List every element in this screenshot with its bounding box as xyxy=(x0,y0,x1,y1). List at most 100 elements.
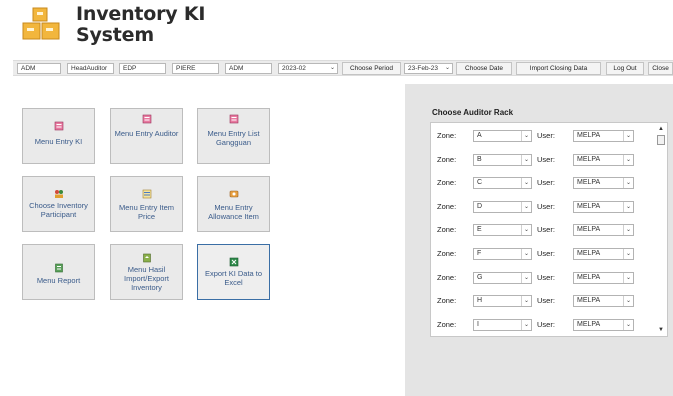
user-select[interactable]: MELPA ⌄ xyxy=(573,130,634,142)
chevron-down-icon[interactable]: ⌄ xyxy=(521,154,531,165)
rack-row: Zone: F ⌄ User: MELPA ⌄ xyxy=(431,248,655,260)
top-toolbar: ADM HeadAuditor EDP PIERE ADM 2023-02 ⌄ … xyxy=(13,60,673,76)
rack-row: Zone: A ⌄ User: MELPA ⌄ xyxy=(431,130,655,142)
menu-entry-list-gangguan-button[interactable]: Menu Entry List Gangguan xyxy=(197,108,270,164)
chevron-down-icon[interactable]: ⌄ xyxy=(521,272,531,283)
zone-value: G xyxy=(477,273,483,281)
site-code-field: EDP xyxy=(119,63,166,74)
vertical-scrollbar[interactable]: ▲ ▼ xyxy=(656,124,666,335)
zone-select[interactable]: I ⌄ xyxy=(473,318,532,331)
import-closing-data-button[interactable]: Import Closing Data xyxy=(516,62,601,75)
chevron-down-icon[interactable]: ⌄ xyxy=(521,296,531,307)
menu-entry-item-price-label: Menu Entry Item Price xyxy=(118,203,175,221)
menu-entry-item-price-button[interactable]: Menu Entry Item Price xyxy=(110,176,183,232)
form-icon xyxy=(54,121,63,131)
zone-select[interactable]: B ⌄ xyxy=(473,153,532,166)
excel-icon xyxy=(229,257,238,267)
user-value: MELPA xyxy=(577,297,601,305)
choose-inventory-participant-button[interactable]: Choose Inventory Participant xyxy=(22,176,95,232)
user-label: User: xyxy=(537,201,555,211)
user-select[interactable]: MELPA ⌄ xyxy=(573,248,634,260)
chevron-down-icon[interactable]: ⌄ xyxy=(623,154,633,165)
user-select[interactable]: MELPA ⌄ xyxy=(573,153,634,166)
rack-row: Zone: E ⌄ User: MELPA ⌄ xyxy=(431,224,655,237)
chevron-down-icon[interactable]: ⌄ xyxy=(623,249,633,259)
user-value: MELPA xyxy=(577,155,601,163)
zone-label: Zone: xyxy=(437,272,457,282)
choose-date-button[interactable]: Choose Date xyxy=(456,62,512,75)
user-select[interactable]: MELPA ⌄ xyxy=(573,295,634,308)
chevron-down-icon[interactable]: ⌄ xyxy=(521,131,531,141)
zone-select[interactable]: G ⌄ xyxy=(473,271,532,284)
scroll-down-icon[interactable]: ▼ xyxy=(657,327,665,333)
user-role-field: HeadAuditor xyxy=(67,63,114,74)
zone-select[interactable]: C ⌄ xyxy=(473,177,532,190)
menu-report-button[interactable]: Menu Report xyxy=(22,244,95,300)
chevron-down-icon[interactable]: ⌄ xyxy=(328,64,337,73)
zone-select[interactable]: D ⌄ xyxy=(473,200,532,213)
user-label: User: xyxy=(537,319,555,329)
chevron-down-icon[interactable]: ⌄ xyxy=(521,178,531,189)
scroll-thumb[interactable] xyxy=(657,135,665,145)
participants-icon xyxy=(54,190,63,198)
zone-select[interactable]: E ⌄ xyxy=(473,224,532,237)
user-value: MELPA xyxy=(577,273,601,281)
menu-entry-allowance-item-button[interactable]: Menu Entry Allowance Item xyxy=(197,176,270,232)
zone-label: Zone: xyxy=(437,154,457,164)
import-export-icon xyxy=(142,253,151,263)
menu-entry-ki-button[interactable]: Menu Entry KI xyxy=(22,108,95,164)
zone-select[interactable]: F ⌄ xyxy=(473,248,532,260)
zone-label: Zone: xyxy=(437,178,457,188)
chevron-down-icon[interactable]: ⌄ xyxy=(521,225,531,236)
user-value: MELPA xyxy=(577,250,601,257)
zone-value: I xyxy=(477,320,479,328)
user-label: User: xyxy=(537,131,555,140)
chevron-down-icon[interactable]: ⌄ xyxy=(623,131,633,141)
menu-report-label: Menu Report xyxy=(36,276,81,285)
chevron-down-icon[interactable]: ⌄ xyxy=(623,296,633,307)
zone-label: Zone: xyxy=(437,225,457,235)
user-label: User: xyxy=(537,154,555,164)
chevron-down-icon[interactable]: ⌄ xyxy=(521,249,531,259)
user-select[interactable]: MELPA ⌄ xyxy=(573,318,634,331)
rack-row: Zone: G ⌄ User: MELPA ⌄ xyxy=(431,271,655,284)
rack-row: Zone: I ⌄ User: MELPA ⌄ xyxy=(431,318,655,331)
zone-value: E xyxy=(477,226,482,234)
chevron-down-icon[interactable]: ⌄ xyxy=(521,201,531,212)
close-button[interactable]: Close xyxy=(648,62,673,75)
chevron-down-icon[interactable]: ⌄ xyxy=(623,225,633,236)
module-field: ADM xyxy=(225,63,272,74)
menu-entry-auditor-label: Menu Entry Auditor xyxy=(114,129,179,138)
user-select[interactable]: MELPA ⌄ xyxy=(573,200,634,213)
user-select[interactable]: MELPA ⌄ xyxy=(573,224,634,237)
choose-period-button[interactable]: Choose Period xyxy=(342,62,401,75)
logout-button[interactable]: Log Out xyxy=(606,62,644,75)
zone-select[interactable]: H ⌄ xyxy=(473,295,532,308)
menu-entry-auditor-button[interactable]: Menu Entry Auditor xyxy=(110,108,183,164)
chevron-down-icon[interactable]: ⌄ xyxy=(521,319,531,330)
zone-select[interactable]: A ⌄ xyxy=(473,130,532,142)
chevron-down-icon[interactable]: ⌄ xyxy=(623,319,633,330)
zone-value: D xyxy=(477,202,483,210)
app-title-line2: System xyxy=(76,24,154,46)
chevron-down-icon[interactable]: ⌄ xyxy=(443,64,452,73)
chevron-down-icon[interactable]: ⌄ xyxy=(623,178,633,189)
user-value: MELPA xyxy=(577,202,601,210)
user-select[interactable]: MELPA ⌄ xyxy=(573,271,634,284)
export-ki-data-to-excel-button[interactable]: Export KI Data to Excel xyxy=(197,244,270,300)
report-icon xyxy=(54,263,63,273)
period-select[interactable]: 2023-02 ⌄ xyxy=(278,63,338,74)
user-label: User: xyxy=(537,178,555,188)
date-select[interactable]: 23-Feb-23 ⌄ xyxy=(404,63,453,74)
menu-hasil-import-export-button[interactable]: Menu Hasil Import/Export Inventory xyxy=(110,244,183,300)
user-label: User: xyxy=(537,249,555,258)
user-select[interactable]: MELPA ⌄ xyxy=(573,177,634,190)
user-value: MELPA xyxy=(577,320,601,328)
chevron-down-icon[interactable]: ⌄ xyxy=(623,201,633,212)
zone-value: B xyxy=(477,155,482,163)
scroll-up-icon[interactable]: ▲ xyxy=(657,126,665,132)
choose-inventory-participant-label: Choose Inventory Participant xyxy=(29,201,88,219)
chevron-down-icon[interactable]: ⌄ xyxy=(623,272,633,283)
menu-hasil-import-export-label: Menu Hasil Import/Export Inventory xyxy=(123,265,169,292)
zone-label: Zone: xyxy=(437,249,457,258)
